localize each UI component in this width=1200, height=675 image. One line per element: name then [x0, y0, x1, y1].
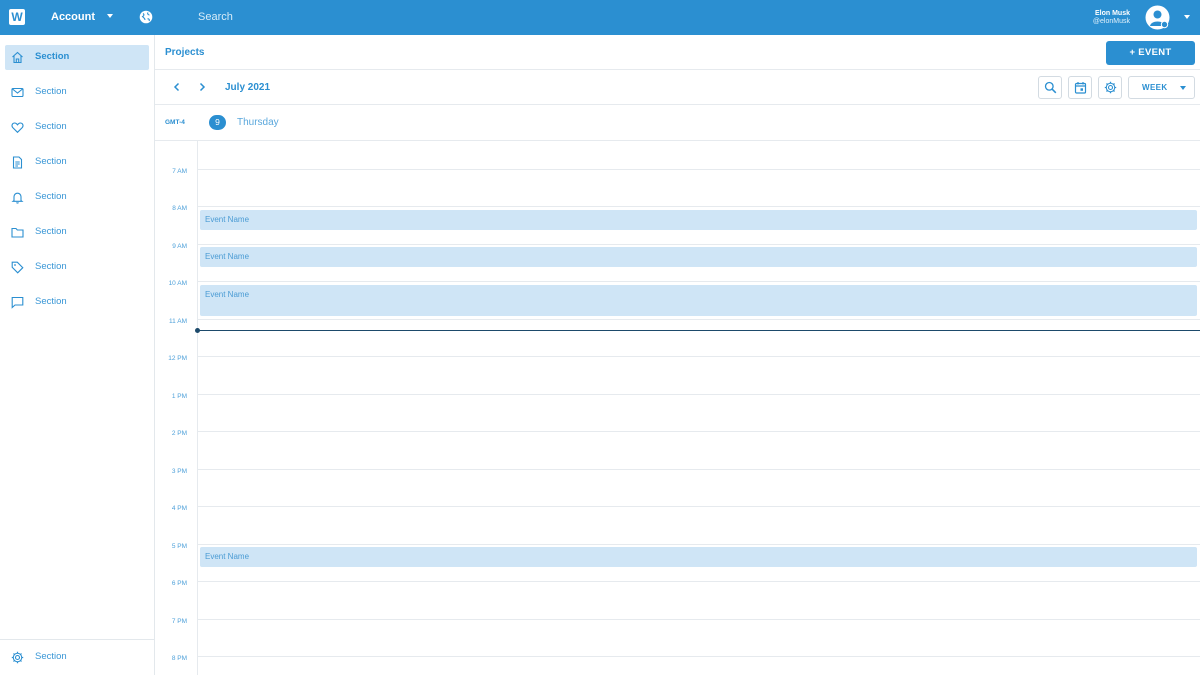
current-month: July 2021 [225, 82, 271, 93]
sidebar-item-messages[interactable]: Section [5, 290, 149, 315]
gear-icon [11, 651, 24, 664]
sidebar-item-favorites[interactable]: Section [5, 115, 149, 140]
add-event-button[interactable]: + EVENT [1106, 41, 1195, 65]
home-icon [12, 51, 23, 64]
hour-label: 8 PM [171, 655, 187, 662]
hour-line [197, 656, 1200, 657]
hour-line [197, 169, 1200, 170]
hour-label: 12 PM [168, 355, 187, 362]
search-icon [1044, 81, 1057, 94]
tag-icon [11, 261, 24, 274]
app-logo[interactable]: W [9, 9, 25, 25]
chevron-down-icon[interactable] [107, 14, 113, 18]
event-name: Event Name [205, 290, 250, 299]
hour-label: 7 AM [172, 168, 187, 175]
calendar-event[interactable]: Event Name [200, 247, 1197, 267]
current-time-line [197, 330, 1200, 331]
sidebar-item-mail[interactable]: Section [5, 80, 149, 105]
chevron-down-icon[interactable] [1184, 15, 1190, 19]
calendar-event[interactable]: Event Name [200, 285, 1197, 316]
calendar-main: Projects + EVENT July 2021 WEEK GMT-4 9 … [155, 35, 1200, 675]
hour-line [197, 469, 1200, 470]
time-grid[interactable]: 7 AM 8 AM 9 AM 10 AM 11 AM 12 PM 1 PM 2 … [155, 140, 1200, 675]
sidebar-item-settings[interactable]: Section [5, 645, 149, 670]
hour-label: 11 AM [169, 318, 187, 325]
sidebar-item-tags[interactable]: Section [5, 255, 149, 280]
hour-line [197, 244, 1200, 245]
sidebar-item-label: Section [35, 296, 67, 307]
mail-icon [11, 87, 24, 98]
hour-label: 7 PM [171, 618, 187, 625]
folder-icon [11, 227, 24, 238]
settings-button[interactable] [1098, 76, 1122, 99]
user-name: Elon Musk [1094, 10, 1130, 17]
sidebar-item-label: Section [35, 51, 70, 62]
heart-icon [11, 122, 24, 134]
sidebar-item-label: Section [35, 86, 67, 97]
gear-icon [1104, 81, 1117, 94]
hour-label: 3 PM [171, 468, 187, 475]
sidebar-item-label: Section [35, 261, 67, 272]
sidebar-item-documents[interactable]: Section [5, 150, 149, 175]
chevron-right-icon[interactable] [196, 81, 208, 93]
gutter-divider [197, 140, 198, 675]
sidebar-item-label: Section [35, 651, 67, 662]
hour-line [197, 319, 1200, 320]
top-bar: W Account Search Elon Musk @elonMusk [0, 0, 1200, 35]
hour-label: 2 PM [171, 430, 187, 437]
timezone-label: GMT-4 [165, 119, 185, 126]
hour-label: 6 PM [171, 580, 187, 587]
bell-icon [11, 192, 24, 204]
view-select-label: WEEK [1142, 83, 1168, 92]
sidebar-item-home[interactable]: Section [5, 45, 149, 70]
sidebar-item-label: Section [35, 226, 67, 237]
event-name: Event Name [205, 215, 250, 224]
event-name: Event Name [205, 252, 250, 261]
calendar-button[interactable] [1068, 76, 1092, 99]
search-button[interactable] [1038, 76, 1062, 99]
current-time-marker [195, 328, 200, 333]
sidebar-item-notifications[interactable]: Section [5, 185, 149, 210]
chevron-left-icon[interactable] [171, 81, 183, 93]
sidebar-divider [0, 639, 154, 640]
caret-down-icon [1180, 86, 1186, 90]
calendar-event[interactable]: Event Name [200, 210, 1197, 230]
hour-label: 4 PM [171, 505, 187, 512]
hour-line [197, 619, 1200, 620]
event-name: Event Name [205, 552, 250, 561]
hour-line [197, 356, 1200, 357]
hour-label: 1 PM [171, 393, 187, 400]
avatar-icon[interactable] [1145, 5, 1170, 30]
hour-line [197, 281, 1200, 282]
sidebar-item-folders[interactable]: Section [5, 220, 149, 245]
hour-line [197, 394, 1200, 395]
weekday-label: Thursday [237, 117, 279, 128]
hour-line [197, 581, 1200, 582]
hour-label: 10 AM [168, 280, 187, 287]
hour-line [197, 544, 1200, 545]
date-badge[interactable]: 9 [209, 115, 226, 130]
sidebar-item-label: Section [35, 191, 67, 202]
calendar-event[interactable]: Event Name [200, 547, 1197, 567]
account-menu[interactable]: Account [51, 11, 95, 23]
globe-icon[interactable] [139, 10, 153, 24]
hour-line [197, 206, 1200, 207]
chat-icon [11, 296, 24, 309]
hour-label: 9 AM [172, 243, 187, 250]
sidebar-item-label: Section [35, 121, 67, 132]
search-input[interactable]: Search [198, 11, 233, 23]
hour-label: 5 PM [171, 543, 187, 550]
divider [155, 104, 1200, 105]
hour-line [197, 431, 1200, 432]
hour-label: 8 AM [172, 205, 187, 212]
calendar-icon [1074, 82, 1087, 94]
view-select[interactable]: WEEK [1128, 76, 1195, 99]
sidebar: Section Section Section Section Section … [0, 35, 155, 675]
document-icon [12, 156, 23, 169]
divider [155, 69, 1200, 70]
user-handle: @elonMusk [1092, 18, 1130, 25]
page-title: Projects [165, 47, 205, 58]
sidebar-item-label: Section [35, 156, 67, 167]
hour-line [197, 506, 1200, 507]
